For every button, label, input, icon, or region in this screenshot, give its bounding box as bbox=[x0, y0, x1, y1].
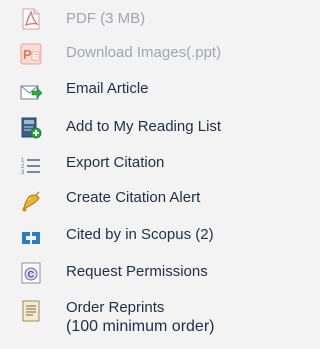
reading-list-link[interactable]: Add to My Reading List bbox=[66, 118, 221, 136]
email-article-link[interactable]: Email Article bbox=[66, 80, 149, 98]
svg-text:C: C bbox=[28, 270, 35, 280]
article-tools-panel: PDF (3 MB) P Download Images(.ppt) Email… bbox=[0, 0, 304, 349]
download-images-item: P Download Images(.ppt) bbox=[0, 40, 304, 66]
pdf-icon bbox=[20, 8, 42, 30]
scopus-icon bbox=[20, 227, 42, 249]
powerpoint-icon: P bbox=[20, 43, 42, 65]
pdf-download-item: PDF (3 MB) bbox=[0, 6, 304, 32]
reading-list-item[interactable]: Add to My Reading List bbox=[0, 114, 304, 140]
export-citation-link[interactable]: Export Citation bbox=[66, 154, 164, 172]
email-article-item[interactable]: Email Article bbox=[0, 77, 304, 103]
pdf-download-label: PDF (3 MB) bbox=[66, 10, 146, 27]
email-icon bbox=[20, 81, 42, 103]
reading-list-icon bbox=[20, 117, 42, 139]
order-reprints-link[interactable]: Order Reprints bbox=[66, 299, 164, 317]
bell-icon bbox=[20, 190, 42, 212]
citation-alert-item[interactable]: Create Citation Alert bbox=[0, 186, 304, 212]
order-reprints-item[interactable]: Order Reprints (100 minimum order) bbox=[0, 296, 304, 342]
request-permissions-link[interactable]: Request Permissions bbox=[66, 263, 208, 281]
numbered-list-icon: 1 2 3 bbox=[20, 155, 42, 177]
cited-by-scopus-link[interactable]: Cited by in Scopus (2) bbox=[66, 226, 214, 244]
request-permissions-item[interactable]: C Request Permissions bbox=[0, 259, 304, 285]
svg-text:P: P bbox=[23, 47, 32, 62]
document-icon bbox=[20, 300, 42, 322]
cited-by-scopus-item[interactable]: Cited by in Scopus (2) bbox=[0, 222, 304, 248]
svg-text:3: 3 bbox=[21, 170, 25, 176]
export-citation-item[interactable]: 1 2 3 Export Citation bbox=[0, 151, 304, 177]
citation-alert-link[interactable]: Create Citation Alert bbox=[66, 189, 200, 207]
order-reprints-note: (100 minimum order) bbox=[66, 318, 215, 335]
download-images-label: Download Images(.ppt) bbox=[66, 44, 222, 61]
copyright-icon: C bbox=[20, 262, 42, 284]
